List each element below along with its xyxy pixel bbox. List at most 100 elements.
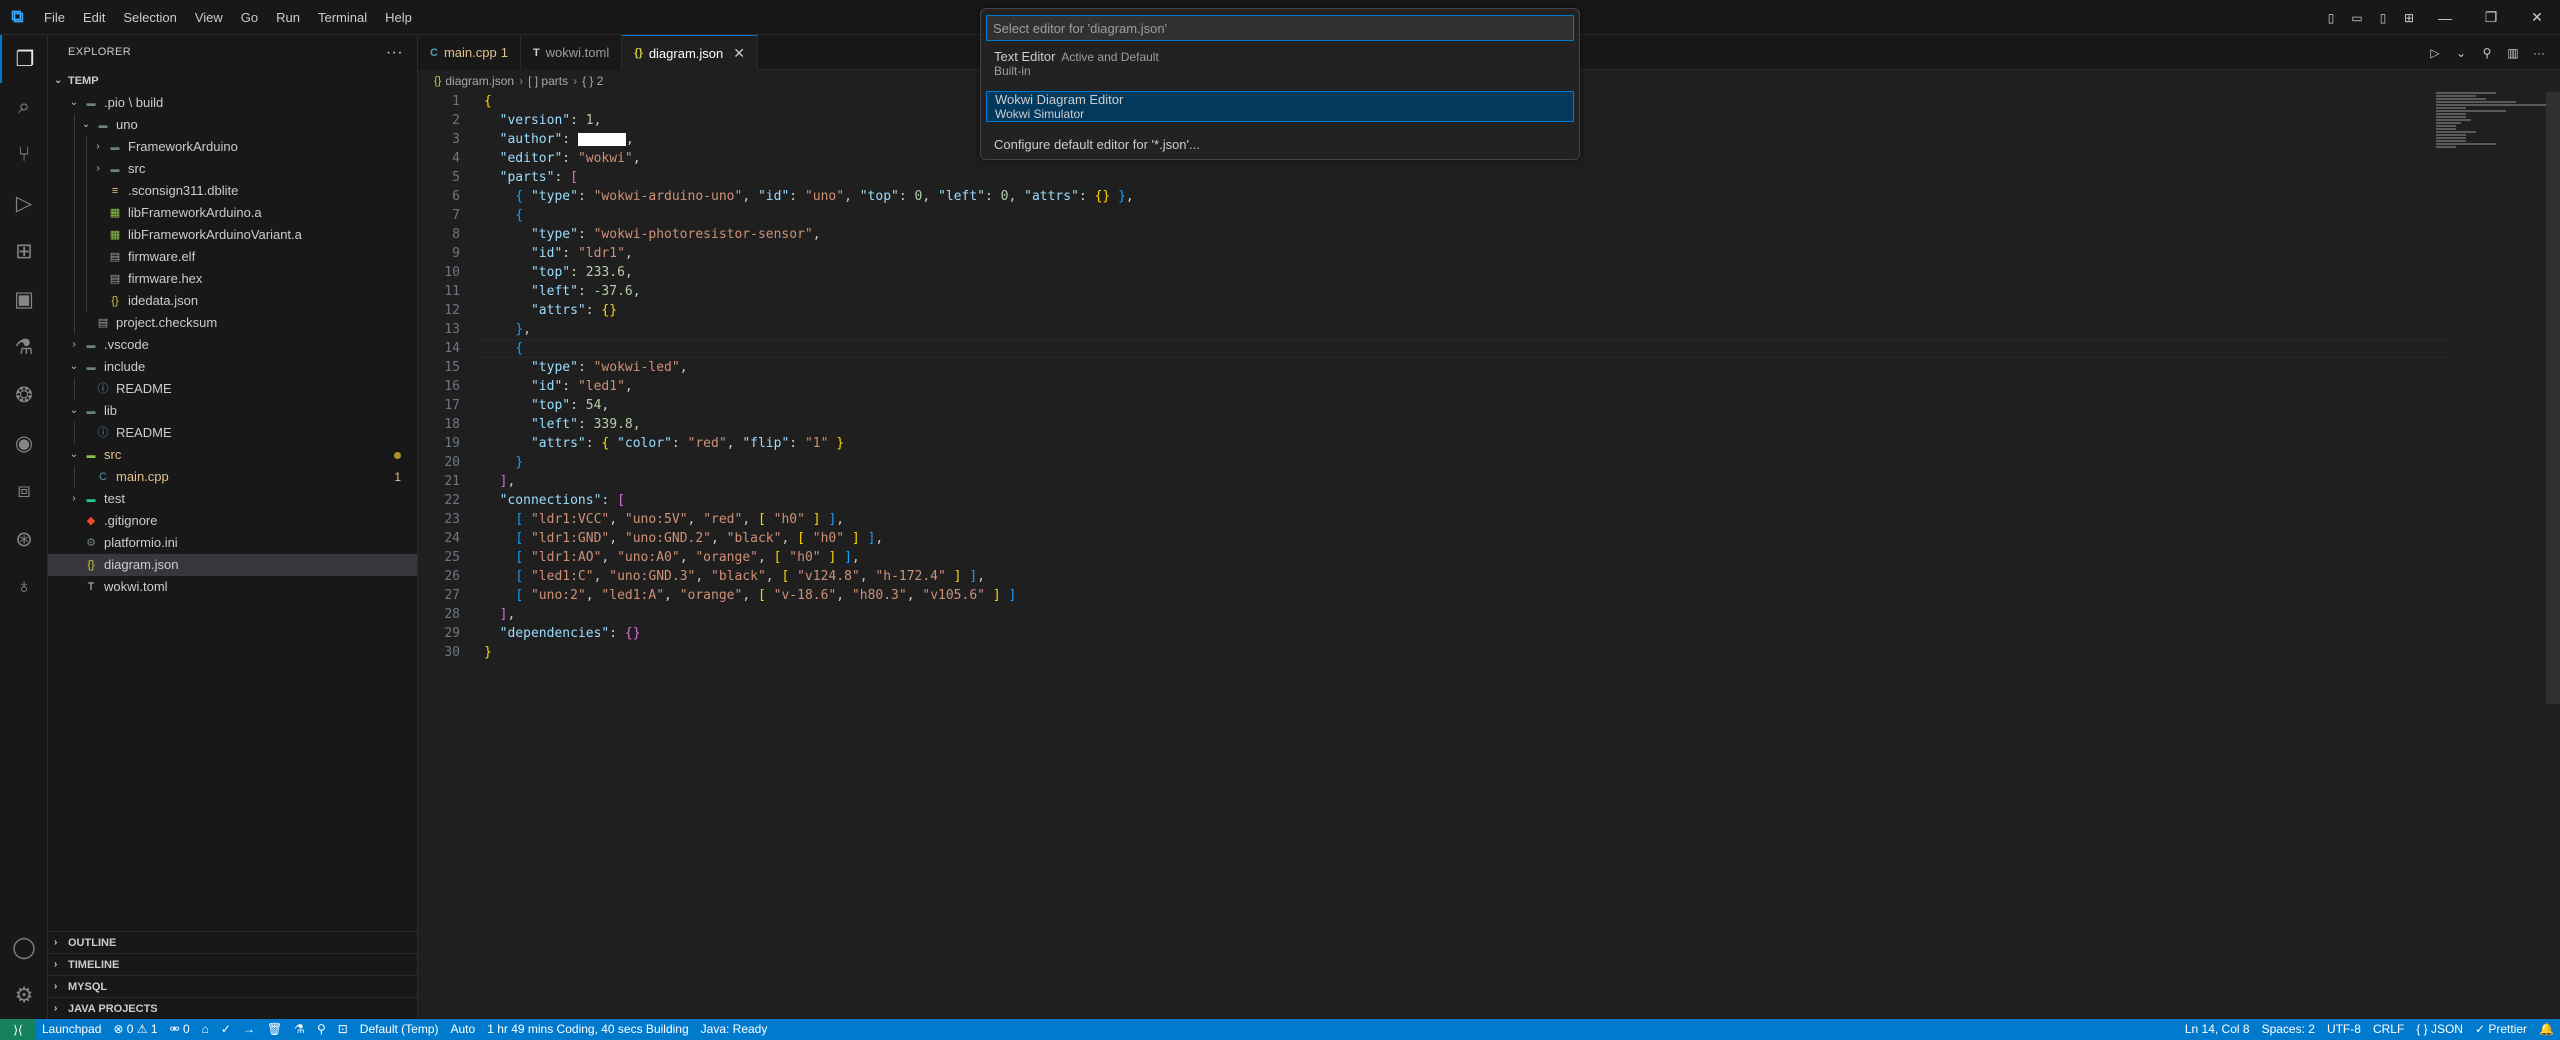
split-editor-icon[interactable]: ▥ [2500, 46, 2526, 60]
menu-help[interactable]: Help [376, 0, 421, 35]
tree-file[interactable]: ⓘ README [48, 422, 417, 444]
menu-run[interactable]: Run [267, 0, 309, 35]
tree-file[interactable]: ▤ firmware.hex [48, 268, 417, 290]
github-icon[interactable]: ◉ [0, 419, 48, 467]
editor-tab[interactable]: Cmain.cpp 1 [418, 35, 521, 70]
tree-file[interactable]: {} idedata.json [48, 290, 417, 312]
status-item[interactable]: 🔔 [2533, 1019, 2560, 1040]
restore-button[interactable]: ❐ [2468, 0, 2514, 35]
section-java-projects[interactable]: › JAVA PROJECTS [48, 997, 418, 1019]
status-item[interactable]: ⌂ [196, 1019, 215, 1040]
status-item[interactable]: → [237, 1019, 261, 1040]
tree-file[interactable]: ▤ firmware.elf [48, 246, 417, 268]
tree-folder[interactable]: ⌄ ▬ include [48, 356, 417, 378]
minimap[interactable] [2436, 92, 2546, 162]
menu-terminal[interactable]: Terminal [309, 0, 376, 35]
database-icon[interactable]: ⊛ [0, 515, 48, 563]
tree-folder[interactable]: ⌄ ▬ .pio \ build [48, 92, 417, 114]
editor-tab[interactable]: {} diagram.json ✕ [622, 35, 758, 70]
status-item[interactable]: { } JSON [2410, 1019, 2469, 1040]
explorer-icon[interactable]: ❐ [0, 35, 48, 83]
platformio-action-icon[interactable]: ⚲ [2474, 46, 2500, 60]
status-item[interactable]: UTF-8 [2321, 1019, 2367, 1040]
extensions-icon[interactable]: ⊞ [0, 227, 48, 275]
tree-folder[interactable]: › ▬ .vscode [48, 334, 417, 356]
platformio-icon[interactable]: ♁ [0, 563, 48, 611]
workspace-root-header[interactable]: ⌄ TEMP [48, 70, 417, 92]
section-timeline[interactable]: › TIMELINE [48, 953, 418, 975]
status-item[interactable]: ⚲ [311, 1019, 332, 1040]
status-item[interactable]: ⚮ 0 [164, 1019, 196, 1040]
menu-view[interactable]: View [186, 0, 232, 35]
manage-gear-icon[interactable]: ⚙ [0, 971, 48, 1019]
status-item[interactable]: ⚗ [288, 1019, 311, 1040]
run-icon[interactable]: ▷ [2422, 46, 2448, 60]
remote-indicator-icon[interactable]: ⟩⟨ [0, 1019, 36, 1040]
tree-file[interactable]: ▦ libFrameworkArduinoVariant.a [48, 224, 417, 246]
status-item[interactable]: Launchpad [36, 1019, 107, 1040]
tree-folder[interactable]: ⌄ ▬ src [48, 444, 417, 466]
search-icon[interactable]: ⌕ [0, 83, 48, 131]
run-debug-icon[interactable]: ▷ [0, 179, 48, 227]
minimize-button[interactable]: — [2422, 0, 2468, 35]
toggle-panel-icon[interactable]: ▭ [2344, 0, 2370, 35]
status-item[interactable]: 1 hr 49 mins Coding, 40 secs Building [481, 1019, 694, 1040]
customize-layout-icon[interactable]: ⊞ [2396, 0, 2422, 35]
quick-pick-item[interactable]: Wokwi Diagram Editor Wokwi Simulator [986, 91, 1574, 122]
tree-file[interactable]: Cmain.cpp 1 [48, 466, 417, 488]
tree-folder[interactable]: › ▬ test [48, 488, 417, 510]
status-item[interactable]: CRLF [2367, 1019, 2410, 1040]
menu-selection[interactable]: Selection [114, 0, 185, 35]
code-editor[interactable]: 1 {2 "version": 1, 3 "author": , 4 "editor"… [418, 92, 2560, 1019]
quick-pick-item[interactable]: Text Editor Active and Default Built-in [986, 49, 1574, 78]
tree-file[interactable]: ▦ libFrameworkArduino.a [48, 202, 417, 224]
breadcrumb-item[interactable]: diagram.json [445, 70, 514, 92]
status-item[interactable]: Spaces: 2 [2256, 1019, 2321, 1040]
tree-folder[interactable]: ⌄ ▬ lib [48, 400, 417, 422]
editor-scrollbar[interactable] [2546, 92, 2560, 1019]
scrollbar-thumb[interactable] [2546, 92, 2560, 704]
tree-file[interactable]: ◆ .gitignore [48, 510, 417, 532]
tree-folder[interactable]: ⌄ ▬ uno [48, 114, 417, 136]
chevron-down-icon[interactable]: ⌄ [2448, 46, 2474, 60]
toggle-secondary-sidebar-icon[interactable]: ▯ [2370, 0, 2396, 35]
section-outline[interactable]: › OUTLINE [48, 931, 418, 953]
menu-edit[interactable]: Edit [74, 0, 114, 35]
remote-explorer-icon[interactable]: ▣ [0, 275, 48, 323]
status-item[interactable]: ✓ [215, 1019, 237, 1040]
status-item[interactable]: Java: Ready [695, 1019, 774, 1040]
editor-tab[interactable]: Twokwi.toml [520, 35, 623, 70]
accounts-icon[interactable]: ◯ [0, 923, 48, 971]
tree-file[interactable]: ⚙ platformio.ini [48, 532, 417, 554]
python-icon[interactable]: ❂ [0, 371, 48, 419]
menu-go[interactable]: Go [232, 0, 267, 35]
status-item[interactable]: ⊗ 0 ⚠ 1 [107, 1019, 163, 1040]
quick-pick-item[interactable]: Configure default editor for '*.json'... [986, 137, 1574, 152]
breadcrumb-item[interactable]: [ ] parts [528, 70, 568, 92]
status-item[interactable]: 🗑 [261, 1019, 288, 1040]
toggle-primary-sidebar-icon[interactable]: ▯ [2318, 0, 2344, 35]
section-mysql[interactable]: › MYSQL [48, 975, 418, 997]
tree-file[interactable]: ≡ .sconsign311.dblite [48, 180, 417, 202]
tree-file[interactable]: Twokwi.toml [48, 576, 417, 598]
close-tab-icon[interactable]: ✕ [733, 45, 745, 62]
tree-folder[interactable]: › ▬ src [48, 158, 417, 180]
quick-pick-input[interactable] [986, 15, 1574, 41]
tree-file[interactable]: ▤ project.checksum [48, 312, 417, 334]
more-actions-icon[interactable]: ··· [386, 35, 403, 70]
status-item[interactable]: Ln 14, Col 8 [2179, 1019, 2256, 1040]
status-item[interactable]: Auto [445, 1019, 482, 1040]
status-item[interactable]: ⊡ [332, 1019, 354, 1040]
source-control-icon[interactable]: ⑂ [0, 131, 48, 179]
more-actions-icon[interactable]: ··· [2526, 46, 2552, 60]
status-item[interactable]: ✓ Prettier [2469, 1019, 2533, 1040]
tree-folder[interactable]: › ▬ FrameworkArduino [48, 136, 417, 158]
testing-icon[interactable]: ⚗ [0, 323, 48, 371]
breadcrumb-item[interactable]: { } 2 [582, 70, 603, 92]
tree-file[interactable]: {} diagram.json [48, 554, 417, 576]
containers-icon[interactable]: ⧈ [0, 467, 48, 515]
status-item[interactable]: Default (Temp) [354, 1019, 445, 1040]
tree-file[interactable]: ⓘ README [48, 378, 417, 400]
menu-file[interactable]: File [35, 0, 74, 35]
close-window-button[interactable]: ✕ [2514, 0, 2560, 35]
